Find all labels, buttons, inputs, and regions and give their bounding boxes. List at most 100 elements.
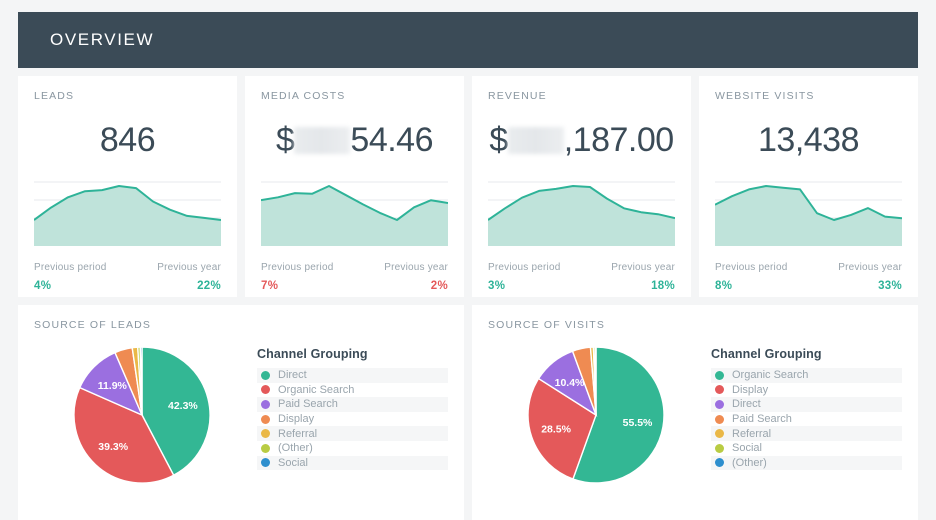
kpi-value: 13,438 xyxy=(715,118,902,162)
previous-period-label: Previous period xyxy=(715,262,788,273)
previous-year-label: Previous year xyxy=(838,262,902,273)
kpi-value-suffix: 54.46 xyxy=(350,121,433,159)
legend-item-label: Referral xyxy=(732,427,772,440)
sparkline-svg xyxy=(261,181,448,246)
legend-item-label: Social xyxy=(278,456,308,469)
previous-period-value: 8% xyxy=(715,280,733,292)
legend-title: Channel Grouping xyxy=(711,347,822,361)
kpi-card-title: MEDIA COSTS xyxy=(261,90,346,102)
pie-card-title: SOURCE OF VISITS xyxy=(488,319,605,331)
kpi-value-prefix: $ xyxy=(275,121,295,159)
previous-period-value: 3% xyxy=(488,280,506,292)
previous-year-block: Previous year 22% xyxy=(157,262,221,292)
legend-item-label: Referral xyxy=(278,427,318,440)
legend-color-dot xyxy=(261,443,270,453)
kpi-sparkline xyxy=(715,172,902,250)
redacted-value xyxy=(507,127,564,154)
legend-item-label: Direct xyxy=(732,398,761,411)
legend-item-label: Direct xyxy=(278,369,307,382)
legend-item[interactable]: Paid Search xyxy=(257,397,448,412)
previous-year-value: 18% xyxy=(651,280,675,292)
previous-year-label: Previous year xyxy=(157,262,221,273)
previous-year-label: Previous year xyxy=(611,262,675,273)
pie-slice-label: 39.3% xyxy=(98,441,128,453)
legend-item[interactable]: Referral xyxy=(711,426,902,441)
previous-period-block: Previous period 8% xyxy=(715,262,787,292)
kpi-value: 846 xyxy=(34,118,221,162)
kpi-card: REVENUE $ ,187.00 Previous period 3% Previous… xyxy=(472,76,691,297)
kpi-value-suffix: ,187.00 xyxy=(563,121,674,159)
legend-item[interactable]: Display xyxy=(257,412,448,427)
previous-period-block: Previous period 3% xyxy=(488,262,560,292)
legend-color-dot xyxy=(715,414,724,424)
legend-item[interactable]: Paid Search xyxy=(711,412,902,427)
kpi-card: MEDIA COSTS $54.46 Previous period 7% Previo… xyxy=(245,76,464,297)
pie-chart: DirectOrganic SearchPaid SearchDisplayRe… xyxy=(34,337,249,511)
pie-chart-svg: DirectOrganic SearchPaid SearchDisplayRe… xyxy=(72,346,211,484)
kpi-card-title: LEADS xyxy=(34,90,75,102)
legend-item[interactable]: Social xyxy=(711,441,902,456)
previous-period-label: Previous period xyxy=(34,262,107,273)
pie-slice[interactable]: (Other) xyxy=(593,346,597,416)
kpi-sparkline xyxy=(261,172,448,250)
legend-item[interactable]: Social xyxy=(257,455,448,471)
sparkline-svg xyxy=(34,181,221,246)
previous-period-value: 7% xyxy=(261,280,279,292)
kpi-value: $54.46 xyxy=(261,118,448,162)
previous-period-value: 4% xyxy=(34,280,52,292)
legend-color-dot xyxy=(715,458,724,468)
legend-item-label: (Other) xyxy=(732,456,767,469)
sparkline-area xyxy=(715,186,902,246)
legend-color-dot xyxy=(261,385,270,395)
legend-item[interactable]: Display xyxy=(711,383,902,398)
legend-color-dot xyxy=(715,385,724,395)
legend-color-dot xyxy=(261,414,270,424)
previous-period-block: Previous period 7% xyxy=(261,262,333,292)
kpi-comparison: Previous period 3% Previous year 18% xyxy=(488,262,675,292)
pie-card: SOURCE OF LEADS DirectOrganic Search Paid … xyxy=(18,305,464,520)
pie-card-body: DirectOrganic Search Paid Search DisplayRe… xyxy=(34,337,448,511)
previous-period-label: Previous period xyxy=(488,262,561,273)
pie-card-title: SOURCE OF LEADS xyxy=(34,319,152,331)
kpi-sparkline xyxy=(488,172,675,250)
legend-item-label: Organic Search xyxy=(732,369,809,382)
kpi-card-row: LEADS 846 Previous period 4% Previous year 22… xyxy=(18,76,918,297)
legend-item-label: Display xyxy=(732,383,769,396)
legend-color-dot xyxy=(261,429,270,439)
legend-item[interactable]: Organic Search xyxy=(257,383,448,398)
dashboard-page: OVERVIEW LEADS 846 Previous period 4% Previo… xyxy=(0,12,936,520)
legend-item[interactable]: (Other) xyxy=(711,455,902,471)
page-title: OVERVIEW xyxy=(50,30,155,49)
legend-item-label: Paid Search xyxy=(278,398,338,411)
previous-period-label: Previous period xyxy=(261,262,334,273)
legend-color-dot xyxy=(261,458,270,468)
legend-color-dot xyxy=(261,370,270,380)
legend-color-dot xyxy=(715,429,724,439)
legend-item-label: Social xyxy=(732,442,762,455)
kpi-card-title: REVENUE xyxy=(488,90,547,102)
previous-year-label: Previous year xyxy=(384,262,448,273)
legend-item[interactable]: Direct xyxy=(257,368,448,383)
kpi-value-text: 13,438 xyxy=(758,121,860,159)
kpi-value-text: 846 xyxy=(99,121,156,159)
legend-item-label: Organic Search xyxy=(278,383,355,396)
pie-card-body: Organic SearchDisplay Direct Paid SearchRe… xyxy=(488,337,902,511)
redacted-value xyxy=(294,127,351,154)
pie-legend: Channel Grouping Direct Organic Search Paid… xyxy=(249,337,448,511)
kpi-value-prefix: $ xyxy=(489,121,508,159)
sparkline-svg xyxy=(488,181,675,246)
legend-item-label: Paid Search xyxy=(732,413,792,426)
legend-item[interactable]: Direct xyxy=(711,397,902,412)
previous-year-block: Previous year 2% xyxy=(384,262,448,292)
kpi-comparison: Previous period 8% Previous year 33% xyxy=(715,262,902,292)
previous-year-value: 2% xyxy=(430,280,448,292)
legend-color-dot xyxy=(715,443,724,453)
legend-item[interactable]: (Other) xyxy=(257,441,448,456)
legend-color-dot xyxy=(261,399,270,409)
kpi-comparison: Previous period 4% Previous year 22% xyxy=(34,262,221,292)
pie-legend: Channel Grouping Organic Search Display Dir… xyxy=(703,337,902,511)
pie-slice-label: 10.4% xyxy=(554,377,584,389)
legend-item[interactable]: Referral xyxy=(257,426,448,441)
pie-slice-label: 11.9% xyxy=(97,380,127,392)
legend-item[interactable]: Organic Search xyxy=(711,368,902,383)
